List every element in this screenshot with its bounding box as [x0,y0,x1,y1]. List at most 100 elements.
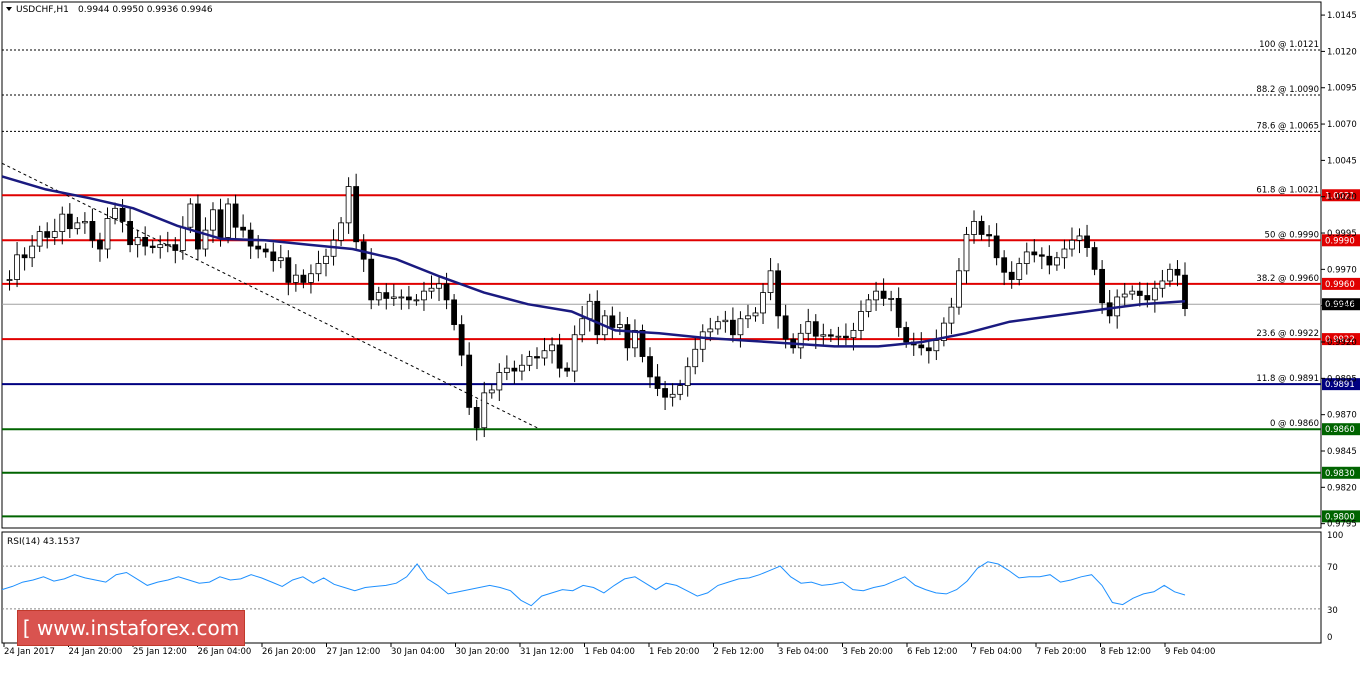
candle-body [737,318,744,336]
candle-body [1046,255,1053,266]
price-tick-label: 0.9995 [1327,229,1357,239]
candle-body [308,273,314,283]
candle-body [1008,271,1015,280]
rsi-tick-label: 30 [1327,606,1338,616]
candle-body [1054,257,1060,266]
candle-body [669,393,676,398]
candle-body [323,255,329,264]
fib-level-label: 78.6 @ 1.0065 [1256,121,1319,131]
fib-level-label: 61.8 @ 1.0021 [1256,185,1319,195]
candle-body [232,203,239,228]
rsi-tick-label: 100 [1327,531,1343,541]
candle-body [74,222,81,230]
candle-body [292,274,299,283]
candle-body [187,203,194,228]
time-tick-label: 26 Jan 20:00 [262,647,316,657]
candle-body [519,364,525,372]
candle-body [1001,257,1008,273]
candle-body [127,221,133,246]
candle-body [481,392,488,429]
candle-body [436,283,442,289]
price-tick-label: 0.9970 [1327,265,1357,275]
price-badge-label: 0.9960 [1325,280,1355,290]
candle-body [270,251,277,262]
price-tick-label: 0.9820 [1327,483,1357,493]
candle-body [888,298,895,300]
candle-body [556,344,563,369]
price-tick-label: 1.0020 [1327,193,1357,203]
candle-body [624,324,631,349]
candle-body [488,389,495,394]
candle-body [277,257,284,262]
candle-body [1031,251,1038,256]
candle-body [1091,247,1098,270]
candle-body [933,340,940,352]
candle-body [157,244,164,248]
time-tick-label: 30 Jan 20:00 [456,647,510,657]
time-tick-label: 8 Feb 12:00 [1101,647,1151,657]
candle-body [1076,235,1083,241]
candle-body [714,321,721,330]
candle-body [217,209,224,238]
candle-body [647,356,653,378]
candle-body [458,324,465,356]
candle-body [1144,295,1151,301]
price-tick-label: 0.9920 [1327,338,1357,348]
price-tick-label: 0.9795 [1327,520,1357,530]
candle-body [1061,248,1068,259]
candle-body [44,231,51,238]
time-tick-label: 1 Feb 20:00 [649,647,699,657]
candle-body [1159,280,1166,289]
candle-body [986,234,992,237]
price-tick-label: 0.9870 [1327,411,1357,421]
time-tick-label: 25 Jan 12:00 [133,647,187,657]
candle-body [797,332,804,349]
time-tick-label: 6 Feb 12:00 [907,647,957,657]
fib-level-label: 11.8 @ 0.9891 [1256,374,1319,384]
time-tick-label: 27 Jan 12:00 [327,647,381,657]
time-tick-label: 24 Jan 20:00 [69,647,123,657]
candle-body [21,254,28,259]
fib-level-label: 100 @ 1.0121 [1259,40,1319,50]
candle-body [1038,254,1045,257]
candle-body [616,324,623,328]
candle-body [179,226,186,251]
candle-body [1084,235,1090,248]
candle-body [903,327,910,343]
time-tick-label: 9 Feb 04:00 [1165,647,1215,657]
candle-body [843,335,849,339]
candle-body [421,290,427,301]
candle-body [451,299,458,325]
candle-body [1151,287,1158,301]
candle-body [564,367,571,372]
candle-body [752,312,759,317]
price-tick-label: 1.0070 [1327,120,1357,130]
time-tick-label: 3 Feb 04:00 [778,647,828,657]
candle-body [195,203,201,250]
candle-body [1121,293,1128,298]
candle-body [285,257,292,283]
candle-body [353,186,360,243]
candle-body [375,292,382,301]
candle-body [240,226,247,231]
candle-body [1182,274,1188,309]
candle-body [526,356,533,366]
instaforex-logo: [ www.instaforex.com ] [17,610,245,674]
candle-body [66,213,73,230]
candle-body [579,318,586,336]
candle-body [59,213,66,232]
candle-body [210,209,216,231]
candle-body [29,245,36,259]
candle-body [925,347,932,352]
time-tick-label: 24 Jan 2017 [4,647,55,657]
candle-body [1023,251,1030,264]
candle-body [805,321,812,334]
time-tick-label: 30 Jan 04:00 [391,647,445,657]
candle-body [699,331,706,350]
candle-body [225,203,231,238]
candle-body [549,344,555,352]
candle-body [858,311,864,331]
candle-body [956,270,962,308]
candle-body [1069,239,1075,250]
candle-body [850,329,857,339]
